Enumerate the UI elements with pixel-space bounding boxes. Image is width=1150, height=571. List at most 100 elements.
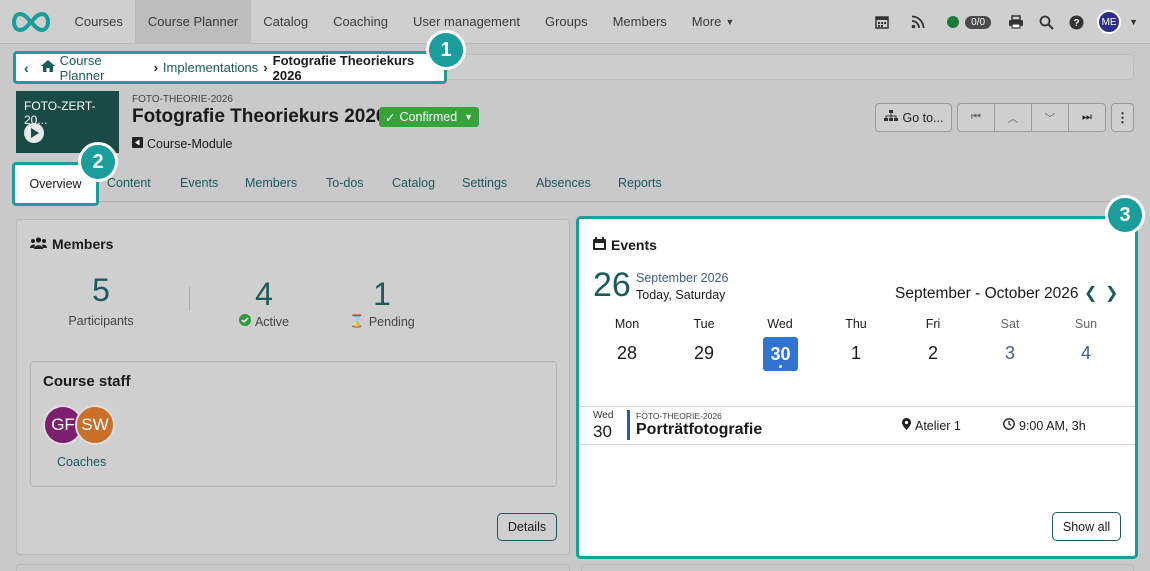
tab-reports[interactable]: Reports <box>618 176 662 190</box>
participants-label: Participants <box>46 314 156 328</box>
tab-catalog[interactable]: Catalog <box>392 176 435 190</box>
event-location: Atelier 1 <box>902 418 961 433</box>
events-title: Events <box>593 237 657 253</box>
pending-label-text: Pending <box>368 314 415 329</box>
logo-icon[interactable] <box>0 0 62 44</box>
home-icon[interactable] <box>40 60 55 75</box>
print-icon[interactable] <box>1001 15 1031 29</box>
page-title: Fotografie Theoriekurs 2026 <box>132 106 387 127</box>
caret-down-icon: ▼ <box>464 112 474 122</box>
event-time-label: 9:00 AM, 3h <box>1019 418 1086 433</box>
check-icon: ✓ <box>385 110 396 125</box>
record-navigation: ⏮ ︿ ﹀ ⏭ <box>957 103 1106 132</box>
event-title[interactable]: Porträtfotografie <box>636 421 762 439</box>
panel-placeholder <box>581 564 1134 571</box>
first-record-icon[interactable]: ⏮ <box>958 104 995 131</box>
course-type: Course-Module <box>132 137 232 151</box>
event-color-bar <box>627 410 630 440</box>
pending-label: ⌛ Pending <box>327 314 437 329</box>
participants-count: 5 <box>92 272 110 308</box>
help-icon[interactable]: ? <box>1061 15 1091 30</box>
members-title-label: Members <box>52 236 114 252</box>
course-staff-title: Course staff <box>43 373 131 390</box>
tab-todos[interactable]: To-dos <box>326 176 364 190</box>
play-icon[interactable] <box>24 123 44 143</box>
nav-coaching[interactable]: Coaching <box>321 0 401 44</box>
notifications-badge[interactable]: 0/0 <box>965 15 992 29</box>
nav-groups[interactable]: Groups <box>532 0 600 44</box>
nav-course-planner[interactable]: Course Planner <box>135 0 251 44</box>
breadcrumb-implementations[interactable]: Implementations <box>163 60 258 75</box>
rss-icon[interactable] <box>903 15 933 29</box>
events-title-label: Events <box>611 237 657 253</box>
nav-catalog[interactable]: Catalog <box>251 0 321 44</box>
status-dropdown[interactable]: ✓ Confirmed ▼ <box>379 107 480 127</box>
event-day: 30 <box>593 422 612 441</box>
previous-record-icon[interactable]: ︿ <box>995 104 1032 131</box>
last-record-icon[interactable]: ⏭ <box>1069 104 1105 131</box>
avatar[interactable]: SW <box>75 405 115 445</box>
today-number: 26 <box>593 266 631 304</box>
event-ref: FOTO-THEORIE-2026 <box>636 411 722 421</box>
hourglass-icon: ⌛ <box>349 314 365 328</box>
weekday-label: Tue <box>693 317 715 331</box>
module-icon <box>132 137 143 151</box>
nav-more[interactable]: More ▼ <box>679 0 747 44</box>
today-month: September 2026 <box>636 271 729 285</box>
active-count: 4 <box>255 276 273 312</box>
map-pin-icon <box>902 418 911 433</box>
go-to-button[interactable]: Go to... <box>875 103 952 132</box>
calendar-day[interactable]: 4 <box>1061 343 1111 364</box>
divider <box>189 287 190 311</box>
calendar-icon[interactable] <box>867 15 897 29</box>
nav-members[interactable]: Members <box>600 0 679 44</box>
tab-settings[interactable]: Settings <box>462 176 507 190</box>
callout-badge: 2 <box>78 142 118 182</box>
calendar-day-selected[interactable]: 30 <box>763 337 798 371</box>
tab-members[interactable]: Members <box>245 176 297 190</box>
tab-absences[interactable]: Absences <box>536 176 591 190</box>
search-icon[interactable] <box>1031 15 1061 30</box>
nav-courses[interactable]: Courses <box>62 0 135 44</box>
events-panel <box>576 216 1138 559</box>
back-chevron-icon[interactable]: ‹ <box>24 60 29 76</box>
go-to-label: Go to... <box>902 110 944 125</box>
user-avatar[interactable]: ME <box>1097 10 1122 34</box>
details-button[interactable]: Details <box>497 513 557 541</box>
weekday-label: Wed <box>767 317 793 331</box>
tab-content[interactable]: Content <box>107 176 151 190</box>
weekday-label: Thu <box>845 317 867 331</box>
weekday-label: Mon <box>614 317 640 331</box>
previous-week-icon[interactable]: ❮ <box>1084 283 1097 303</box>
calendar-day[interactable]: 29 <box>679 343 729 364</box>
calendar-day[interactable]: 1 <box>831 343 881 364</box>
calendar-day[interactable]: 3 <box>985 343 1035 364</box>
tab-events[interactable]: Events <box>180 176 218 190</box>
weekday-label: Sat <box>1000 317 1020 331</box>
caret-down-icon: ▼ <box>725 16 735 27</box>
more-actions-icon[interactable]: ⋮ <box>1111 103 1134 132</box>
members-title: Members <box>30 236 113 252</box>
active-label-text: Active <box>254 314 290 329</box>
next-week-icon[interactable]: ❯ <box>1105 283 1118 303</box>
callout-badge: 1 <box>426 30 466 70</box>
nav-more-label: More <box>691 14 722 29</box>
calendar-range: September - October 2026 <box>895 285 1079 302</box>
svg-text:?: ? <box>1073 18 1079 29</box>
user-menu-caret-icon[interactable]: ▼ <box>1129 17 1138 27</box>
coaches-link[interactable]: Coaches <box>57 455 106 469</box>
weekday-label: Fri <box>925 317 941 331</box>
event-weekday: Wed <box>593 410 614 421</box>
event-time: 9:00 AM, 3h <box>1003 418 1086 433</box>
calendar-day[interactable]: 2 <box>908 343 958 364</box>
calendar-day[interactable]: 28 <box>602 343 652 364</box>
show-all-button[interactable]: Show all <box>1052 512 1121 541</box>
weekday-label: Sun <box>1074 317 1098 331</box>
nav-user-management[interactable]: User management <box>401 0 533 44</box>
breadcrumb-course-planner[interactable]: Course Planner <box>60 53 149 83</box>
sitemap-icon <box>883 110 898 125</box>
online-status-icon[interactable] <box>947 16 960 28</box>
next-record-icon[interactable]: ﹀ <box>1032 104 1069 131</box>
chevron-right-icon: › <box>263 60 268 75</box>
calendar-icon <box>593 237 606 253</box>
